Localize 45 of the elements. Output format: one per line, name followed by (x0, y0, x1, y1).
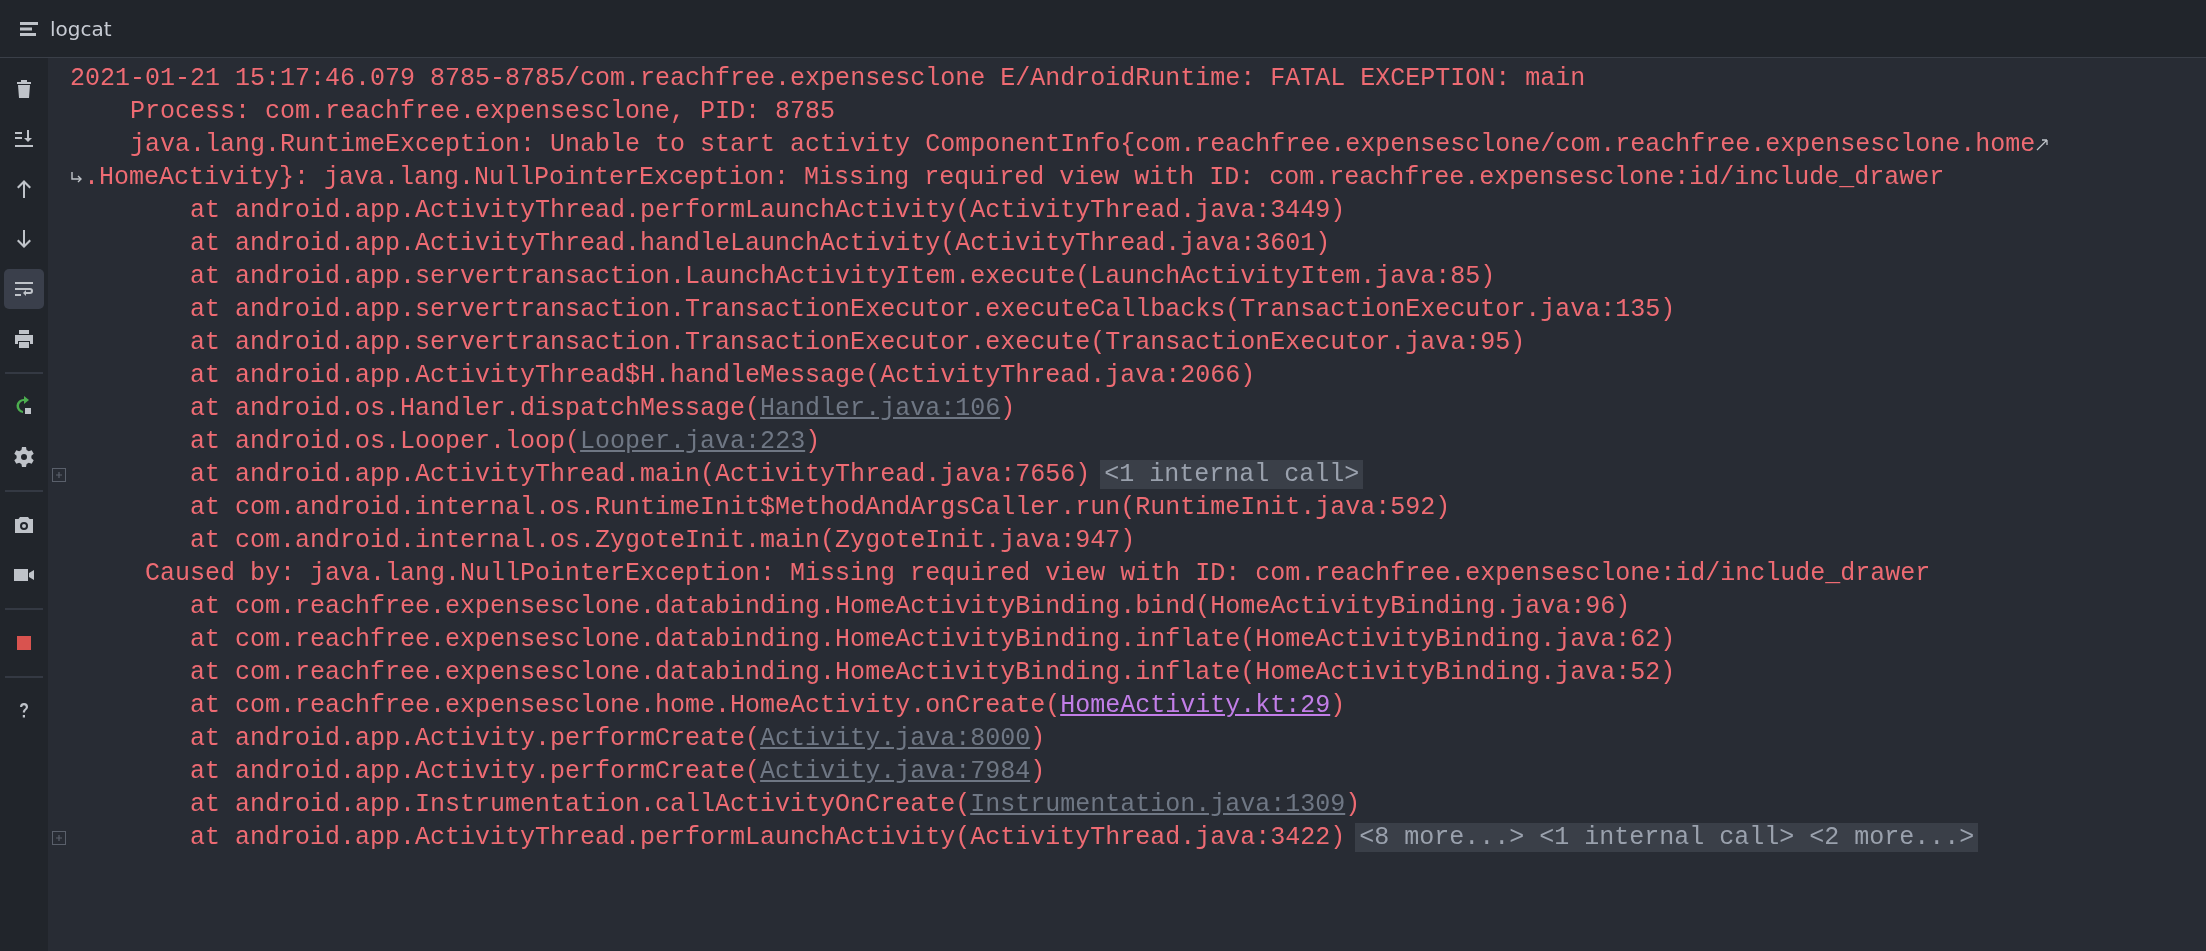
log-text: at com.android.internal.os.RuntimeInit$MethodAndArgsCaller.run(RuntimeInit.java:592) (190, 493, 1451, 522)
log-text: at android.app.servertransaction.TransactionExecutor.executeCallbacks(TransactionExecutor.java:135) (190, 295, 1676, 324)
wrapped-line-icon (70, 170, 84, 185)
log-text: .HomeActivity}: java.lang.NullPointerException: Missing required view with ID: com.reachfree.expensesclone:id/include_drawer (84, 163, 1945, 192)
log-text: at android.app.Activity.performCreate( (190, 724, 761, 753)
source-link[interactable]: Handler.java:106 (760, 394, 1001, 423)
source-link[interactable]: Instrumentation.java:1309 (970, 790, 1346, 819)
log-text: at android.app.Instrumentation.callActivityOnCreate( (190, 790, 971, 819)
log-text: at android.app.ActivityThread.handleLaunchActivity(ActivityThread.java:3601) (190, 229, 1331, 258)
log-text: at android.os.Looper.loop( (190, 427, 581, 456)
log-text: at com.reachfree.expensesclone.databinding.HomeActivityBinding.inflate(HomeActivityBinding.java:52) (190, 658, 1676, 687)
log-text: at android.app.ActivityThread.performLaunchActivity(ActivityThread.java:3449) (190, 196, 1346, 225)
log-text: at com.android.internal.os.ZygoteInit.main(ZygoteInit.java:947) (190, 526, 1136, 555)
printer-icon (12, 327, 36, 351)
source-link[interactable]: Looper.java:223 (580, 427, 806, 456)
log-text: ) (1345, 790, 1361, 819)
log-text: at android.app.ActivityThread.performLaunchActivity(ActivityThread.java:3422) (190, 823, 1346, 852)
source-link[interactable]: Activity.java:8000 (760, 724, 1031, 753)
log-text: ) (805, 427, 821, 456)
log-text: ) (1330, 691, 1346, 720)
log-text: ) (1030, 724, 1046, 753)
log-text: Caused by: java.lang.NullPointerException: Missing required view with ID: com.reachfree.expensesclone:id/include_drawer (145, 559, 1931, 588)
log-text: java.lang.RuntimeException: Unable to start activity ComponentInfo{com.reachfree.expensesclone/com.reachfree.expensesclone.home (130, 130, 2036, 159)
window-title: logcat (50, 16, 112, 41)
source-link[interactable]: Activity.java:7984 (760, 757, 1031, 786)
log-text: at com.reachfree.expensesclone.databinding.HomeActivityBinding.bind(HomeActivityBinding.java:96) (190, 592, 1631, 621)
soft-wrap-button[interactable] (4, 269, 44, 309)
log-text: at android.app.ActivityThread.main(ActivityThread.java:7656) (190, 460, 1091, 489)
log-text: at android.app.servertransaction.TransactionExecutor.execute(TransactionExecutor.java:95) (190, 328, 1526, 357)
log-text: at android.app.ActivityThread$H.handleMessage(ActivityThread.java:2066) (190, 361, 1256, 390)
log-text: ) (1030, 757, 1046, 786)
log-text: at android.os.Handler.dispatchMessage( (190, 394, 761, 423)
log-text: at android.app.Activity.performCreate( (190, 757, 761, 786)
log-text: at android.app.servertransaction.LaunchActivityItem.execute(LaunchActivityItem.java:85) (190, 262, 1496, 291)
settings-icon (12, 445, 36, 469)
log-text: at com.reachfree.expensesclone.home.HomeActivity.onCreate( (190, 691, 1061, 720)
log-text: ) (1000, 394, 1016, 423)
panel-icon (20, 21, 40, 36)
log-text: at com.reachfree.expensesclone.databinding.HomeActivityBinding.inflate(HomeActivityBinding.java:62) (190, 625, 1676, 654)
folded-lines-marker[interactable]: <8 more...> <1 internal call> <2 more...> (1355, 823, 1979, 852)
log-text: Process: com.reachfree.expensesclone, PID: 8785 (130, 97, 836, 126)
soft-wrap-icon (2035, 137, 2050, 152)
source-link[interactable]: HomeActivity.kt:29 (1060, 691, 1331, 720)
folded-lines-marker[interactable]: <1 internal call> (1100, 460, 1364, 489)
log-text: 2021-01-21 15:17:46.079 8785-8785/com.reachfree.expensesclone E/AndroidRuntime: FATAL EXCEPTION: main (70, 64, 1586, 93)
